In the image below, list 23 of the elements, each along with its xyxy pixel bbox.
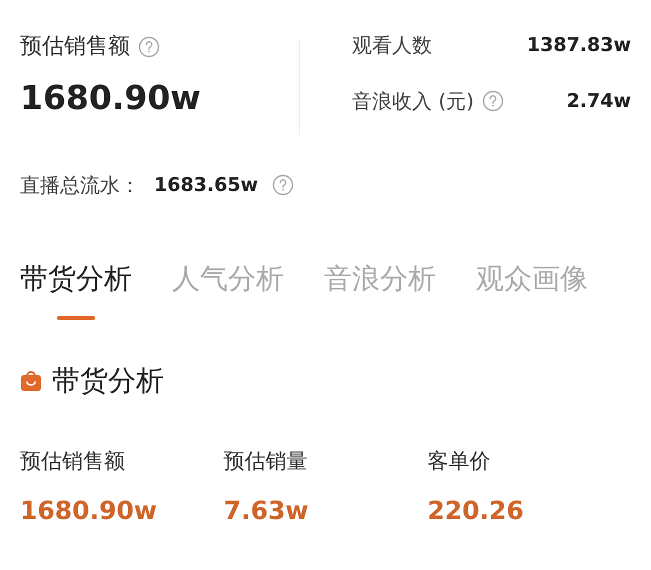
- stat-value: 2.74w: [566, 88, 631, 114]
- total-label: 直播总流水：: [20, 172, 140, 199]
- help-icon[interactable]: [482, 90, 504, 112]
- help-icon[interactable]: [138, 36, 160, 58]
- stat-label: 音浪收入 (元): [352, 88, 474, 115]
- shopping-bag-icon: [20, 370, 42, 392]
- tab[interactable]: 带货分析: [20, 258, 132, 320]
- metric-value: 7.63w: [224, 494, 310, 526]
- metric-label: 客单价: [427, 448, 492, 475]
- total-value: 1683.65w: [154, 172, 258, 198]
- help-icon[interactable]: [272, 174, 294, 196]
- metric-label: 预估销售额: [20, 33, 130, 61]
- stat-label: 观看人数: [352, 32, 432, 59]
- metric-value: 1680.90w: [20, 77, 202, 119]
- tab[interactable]: 观众画像: [476, 258, 588, 320]
- stat-value: 1387.83w: [526, 32, 631, 58]
- metric-value: 220.26: [427, 494, 525, 526]
- tab[interactable]: 人气分析: [172, 258, 284, 320]
- section-title: 带货分析: [52, 363, 164, 399]
- metric-label: 预估销量: [224, 448, 309, 475]
- tab[interactable]: 音浪分析: [324, 258, 436, 320]
- metric-value: 1680.90w: [20, 494, 158, 526]
- metric-label: 预估销售额: [20, 448, 126, 475]
